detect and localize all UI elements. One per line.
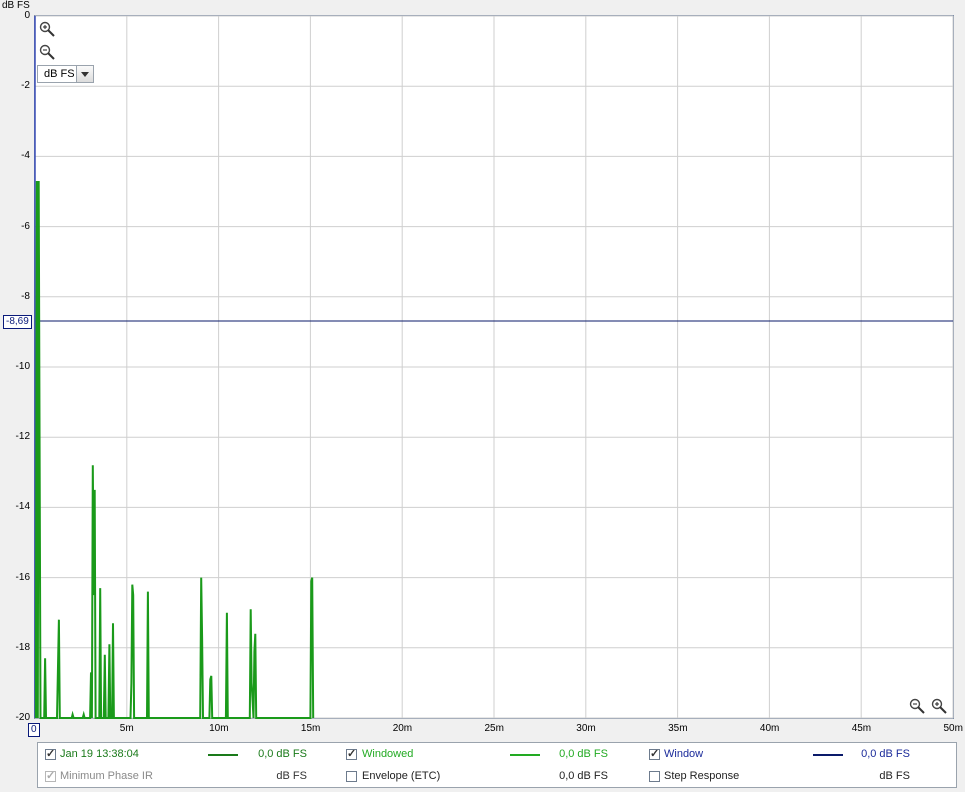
y-tick-label: -10	[15, 361, 30, 372]
zoom-out-icon[interactable]	[908, 697, 926, 715]
y-tick-label: -20	[15, 712, 30, 723]
zoom-in-icon[interactable]	[38, 20, 56, 38]
y-tick-label: -6	[21, 220, 30, 232]
legend-value: dB FS	[276, 770, 307, 782]
window-checkbox[interactable]	[649, 747, 660, 760]
y-tick-label: -14	[15, 501, 30, 513]
y-tick-label: -2	[21, 80, 30, 92]
legend-label-minimum-phase: Minimum Phase IR	[60, 770, 153, 782]
x-tick-label: 5m	[119, 723, 134, 734]
x-tick-label: 25m	[484, 723, 504, 734]
y-tick-label: 0	[24, 10, 30, 21]
legend-value: dB FS	[879, 770, 910, 782]
legend-panel: Jan 19 13:38:04 0,0 dB FS Windowed 0,0 d…	[37, 742, 957, 788]
legend-value: 0,0 dB FS	[258, 748, 307, 760]
minimum-phase-checkbox[interactable]	[45, 769, 56, 782]
legend-label-envelope: Envelope (ETC)	[362, 770, 441, 782]
legend-label-windowed: Windowed	[362, 748, 414, 760]
y-tick-label: -16	[15, 571, 30, 583]
chevron-down-icon[interactable]	[76, 66, 93, 82]
x-tick-label: 30m	[576, 723, 596, 734]
windowed-checkbox[interactable]	[346, 747, 357, 760]
legend-label-measurement: Jan 19 13:38:04	[60, 748, 139, 760]
x-tick-label: 20m	[392, 723, 413, 734]
units-select-value: dB FS	[44, 68, 75, 80]
plot-svg	[34, 15, 954, 719]
x-origin-label: 0	[28, 723, 40, 737]
x-tick-label: 50m	[943, 723, 963, 734]
units-select[interactable]: dB FS	[37, 65, 94, 83]
series-line	[34, 180, 315, 719]
x-tick-label: 40m	[759, 723, 780, 734]
x-tick-label: 35m	[668, 723, 688, 734]
y-tick-label: -8	[21, 290, 30, 302]
y-tick-label: -18	[15, 641, 30, 653]
cursor-level-readout: -8,69	[3, 315, 32, 329]
step-response-checkbox[interactable]	[649, 771, 660, 782]
legend-value: 0,0 dB FS	[559, 748, 608, 760]
x-tick-label: 45m	[851, 723, 872, 734]
zoom-out-icon[interactable]	[38, 43, 56, 61]
envelope-checkbox[interactable]	[346, 771, 357, 782]
zoom-in-icon[interactable]	[930, 697, 948, 715]
x-tick-label: 15m	[300, 723, 321, 734]
y-tick-label: -4	[21, 150, 30, 162]
legend-label-step-response: Step Response	[664, 770, 740, 782]
legend-label-window: Window	[664, 748, 704, 760]
trace-checkbox[interactable]	[45, 747, 56, 760]
y-tick-label: -12	[15, 431, 30, 443]
legend-value: 0,0 dB FS	[861, 748, 910, 760]
legend-value: 0,0 dB FS	[559, 770, 608, 782]
x-tick-label: 10m	[209, 723, 229, 734]
